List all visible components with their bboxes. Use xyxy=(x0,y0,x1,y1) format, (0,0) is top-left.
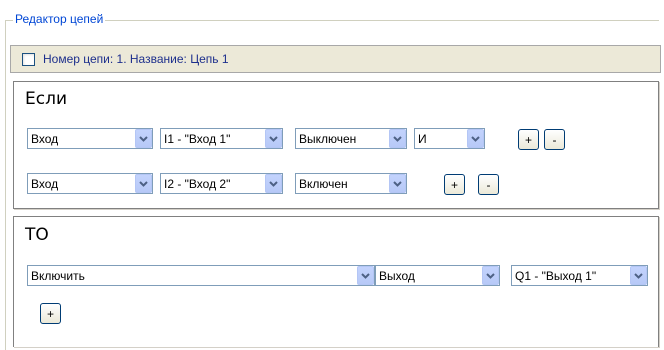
then-add-button[interactable]: + xyxy=(40,303,61,324)
chevron-down-icon[interactable] xyxy=(389,129,406,148)
then-panel: ТО Включить Выход Q1 - "Выход 1" + xyxy=(13,216,659,347)
combo-value: I1 - "Вход 1" xyxy=(164,131,231,146)
chevron-down-icon[interactable] xyxy=(135,174,152,193)
combo-value: Выход xyxy=(379,268,415,283)
chevron-down-icon[interactable] xyxy=(482,266,499,285)
if-row2-state-combo[interactable]: Включен xyxy=(295,173,407,194)
if-title: Если xyxy=(25,89,68,109)
if-row1-remove-button[interactable]: - xyxy=(544,129,565,150)
if-row1-input-combo[interactable]: I1 - "Вход 1" xyxy=(160,128,283,149)
then-action-combo[interactable]: Включить xyxy=(27,265,375,286)
if-row1-source-combo[interactable]: Вход xyxy=(27,128,153,149)
chain-header: Номер цепи: 1. Название: Цепь 1 xyxy=(10,45,661,73)
if-row2-remove-button[interactable]: - xyxy=(478,174,499,195)
chevron-down-icon[interactable] xyxy=(357,266,374,285)
then-target-type-combo[interactable]: Выход xyxy=(375,265,500,286)
chevron-down-icon[interactable] xyxy=(135,129,152,148)
if-row1-state-combo[interactable]: Выключен xyxy=(295,128,407,149)
if-row1-logic-combo[interactable]: И xyxy=(414,128,485,149)
then-target-combo[interactable]: Q1 - "Выход 1" xyxy=(511,265,648,286)
if-row2-source-combo[interactable]: Вход xyxy=(27,173,153,194)
if-row1-add-button[interactable]: + xyxy=(518,129,539,150)
combo-value: I2 - "Вход 2" xyxy=(164,176,231,191)
combo-value: Выключен xyxy=(299,131,357,146)
combo-value: И xyxy=(418,131,427,146)
combo-value: Вход xyxy=(31,176,59,191)
chain-header-label: Номер цепи: 1. Название: Цепь 1 xyxy=(43,52,229,66)
chevron-down-icon[interactable] xyxy=(630,266,647,285)
chevron-down-icon[interactable] xyxy=(389,174,406,193)
combo-value: Включить xyxy=(31,268,85,283)
chevron-down-icon[interactable] xyxy=(467,129,484,148)
if-panel: Если Вход I1 - "Вход 1" Выключен И + - В… xyxy=(13,81,659,209)
chain-select-checkbox[interactable] xyxy=(22,52,35,66)
chevron-down-icon[interactable] xyxy=(265,174,282,193)
chain-editor-title: Редактор цепей xyxy=(13,12,106,26)
if-row2-input-combo[interactable]: I2 - "Вход 2" xyxy=(160,173,283,194)
if-row2-add-button[interactable]: + xyxy=(444,174,465,195)
combo-value: Q1 - "Выход 1" xyxy=(515,268,597,283)
chevron-down-icon[interactable] xyxy=(265,129,282,148)
then-title: ТО xyxy=(25,225,49,245)
combo-value: Включен xyxy=(299,176,348,191)
combo-value: Вход xyxy=(31,131,59,146)
